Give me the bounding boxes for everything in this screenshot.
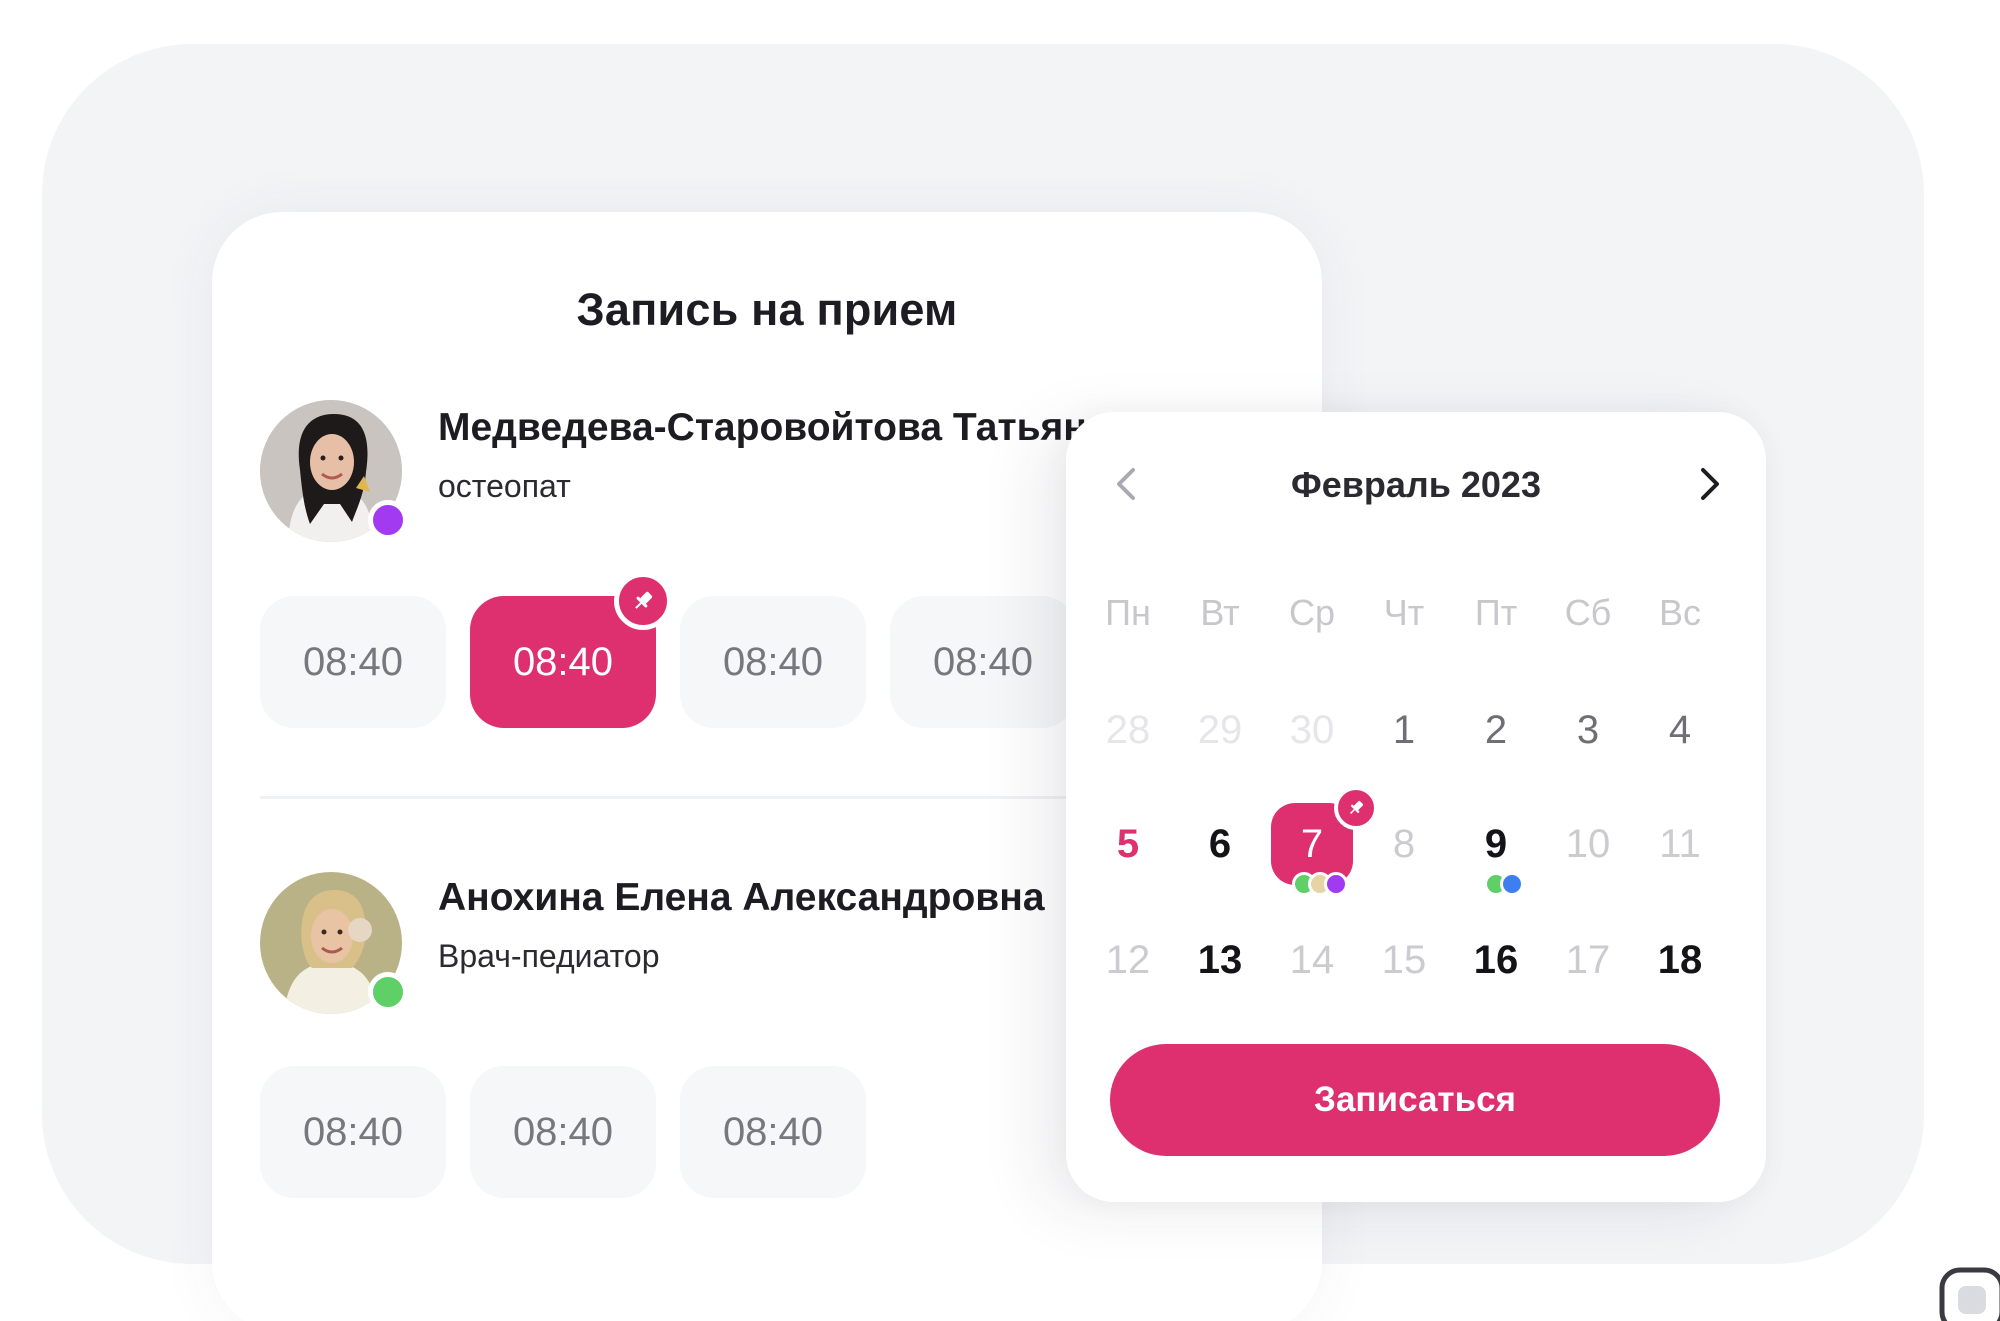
time-slot[interactable]: 08:40 bbox=[260, 1066, 446, 1198]
calendar-day[interactable]: 11 bbox=[1634, 798, 1726, 890]
weekday-label: Ср bbox=[1288, 592, 1336, 633]
calendar-day[interactable]: 4 bbox=[1634, 684, 1726, 776]
doctor-name: Анохина Елена Александровна bbox=[438, 876, 1045, 919]
calendar-popover: Февраль 2023 Пн Вт Ср Чт Пт Сб Вс 28 29 … bbox=[1066, 412, 1766, 1202]
doctor-specialty: Врач-педиатор bbox=[438, 938, 660, 974]
calendar-day[interactable]: 15 bbox=[1358, 914, 1450, 1006]
chevron-right-icon[interactable] bbox=[1686, 462, 1730, 506]
doctor-specialty: остеопат bbox=[438, 468, 571, 504]
time-slot[interactable]: 08:40 bbox=[680, 1066, 866, 1198]
calendar-day: 28 bbox=[1105, 708, 1151, 752]
event-dot bbox=[1324, 872, 1348, 896]
weekday-label: Пт bbox=[1474, 592, 1518, 633]
calendar-day: 29 bbox=[1197, 708, 1243, 752]
calendar-day[interactable]: 13 bbox=[1174, 914, 1266, 1006]
weekday-label: Чт bbox=[1383, 592, 1425, 633]
weekday-label: Сб bbox=[1564, 592, 1612, 633]
status-indicator bbox=[368, 500, 408, 540]
doctor-name: Медведева-Старовойтова Татьяна bbox=[438, 406, 1109, 449]
time-slot[interactable]: 08:40 bbox=[890, 596, 1076, 728]
month-label: Февраль 2023 bbox=[1291, 464, 1541, 505]
weekday-label: Вс bbox=[1658, 592, 1701, 633]
time-slot[interactable]: 08:40 bbox=[680, 596, 866, 728]
calendar-day[interactable]: 1 bbox=[1358, 684, 1450, 776]
calendar-day[interactable]: 10 bbox=[1542, 798, 1634, 890]
event-dot bbox=[1500, 872, 1524, 896]
avatar[interactable] bbox=[260, 400, 408, 542]
calendar-day[interactable]: 3 bbox=[1542, 684, 1634, 776]
weekday-label: Вт bbox=[1200, 592, 1240, 633]
calendar-day[interactable]: 16 bbox=[1450, 914, 1542, 1006]
calendar-day-today[interactable]: 5 bbox=[1082, 798, 1174, 890]
decorative-icon bbox=[1932, 1262, 2000, 1321]
calendar-day: 30 bbox=[1289, 708, 1335, 752]
calendar-day[interactable]: 8 bbox=[1358, 798, 1450, 890]
submit-button[interactable]: Записаться bbox=[1110, 1044, 1720, 1156]
calendar-day[interactable]: 17 bbox=[1542, 914, 1634, 1006]
calendar-day[interactable]: 6 bbox=[1174, 798, 1266, 890]
calendar-day[interactable]: 14 bbox=[1266, 914, 1358, 1006]
time-slot[interactable]: 08:40 bbox=[470, 1066, 656, 1198]
calendar-day[interactable]: 2 bbox=[1450, 684, 1542, 776]
calendar-day[interactable]: 18 bbox=[1634, 914, 1726, 1006]
status-indicator bbox=[368, 972, 408, 1012]
calendar-day[interactable]: 12 bbox=[1082, 914, 1174, 1006]
pin-icon bbox=[614, 572, 672, 630]
time-slot[interactable]: 08:40 bbox=[260, 596, 446, 728]
weekday-label: Пн bbox=[1105, 592, 1151, 633]
page-title: Запись на прием bbox=[576, 284, 958, 335]
avatar[interactable] bbox=[260, 872, 408, 1014]
